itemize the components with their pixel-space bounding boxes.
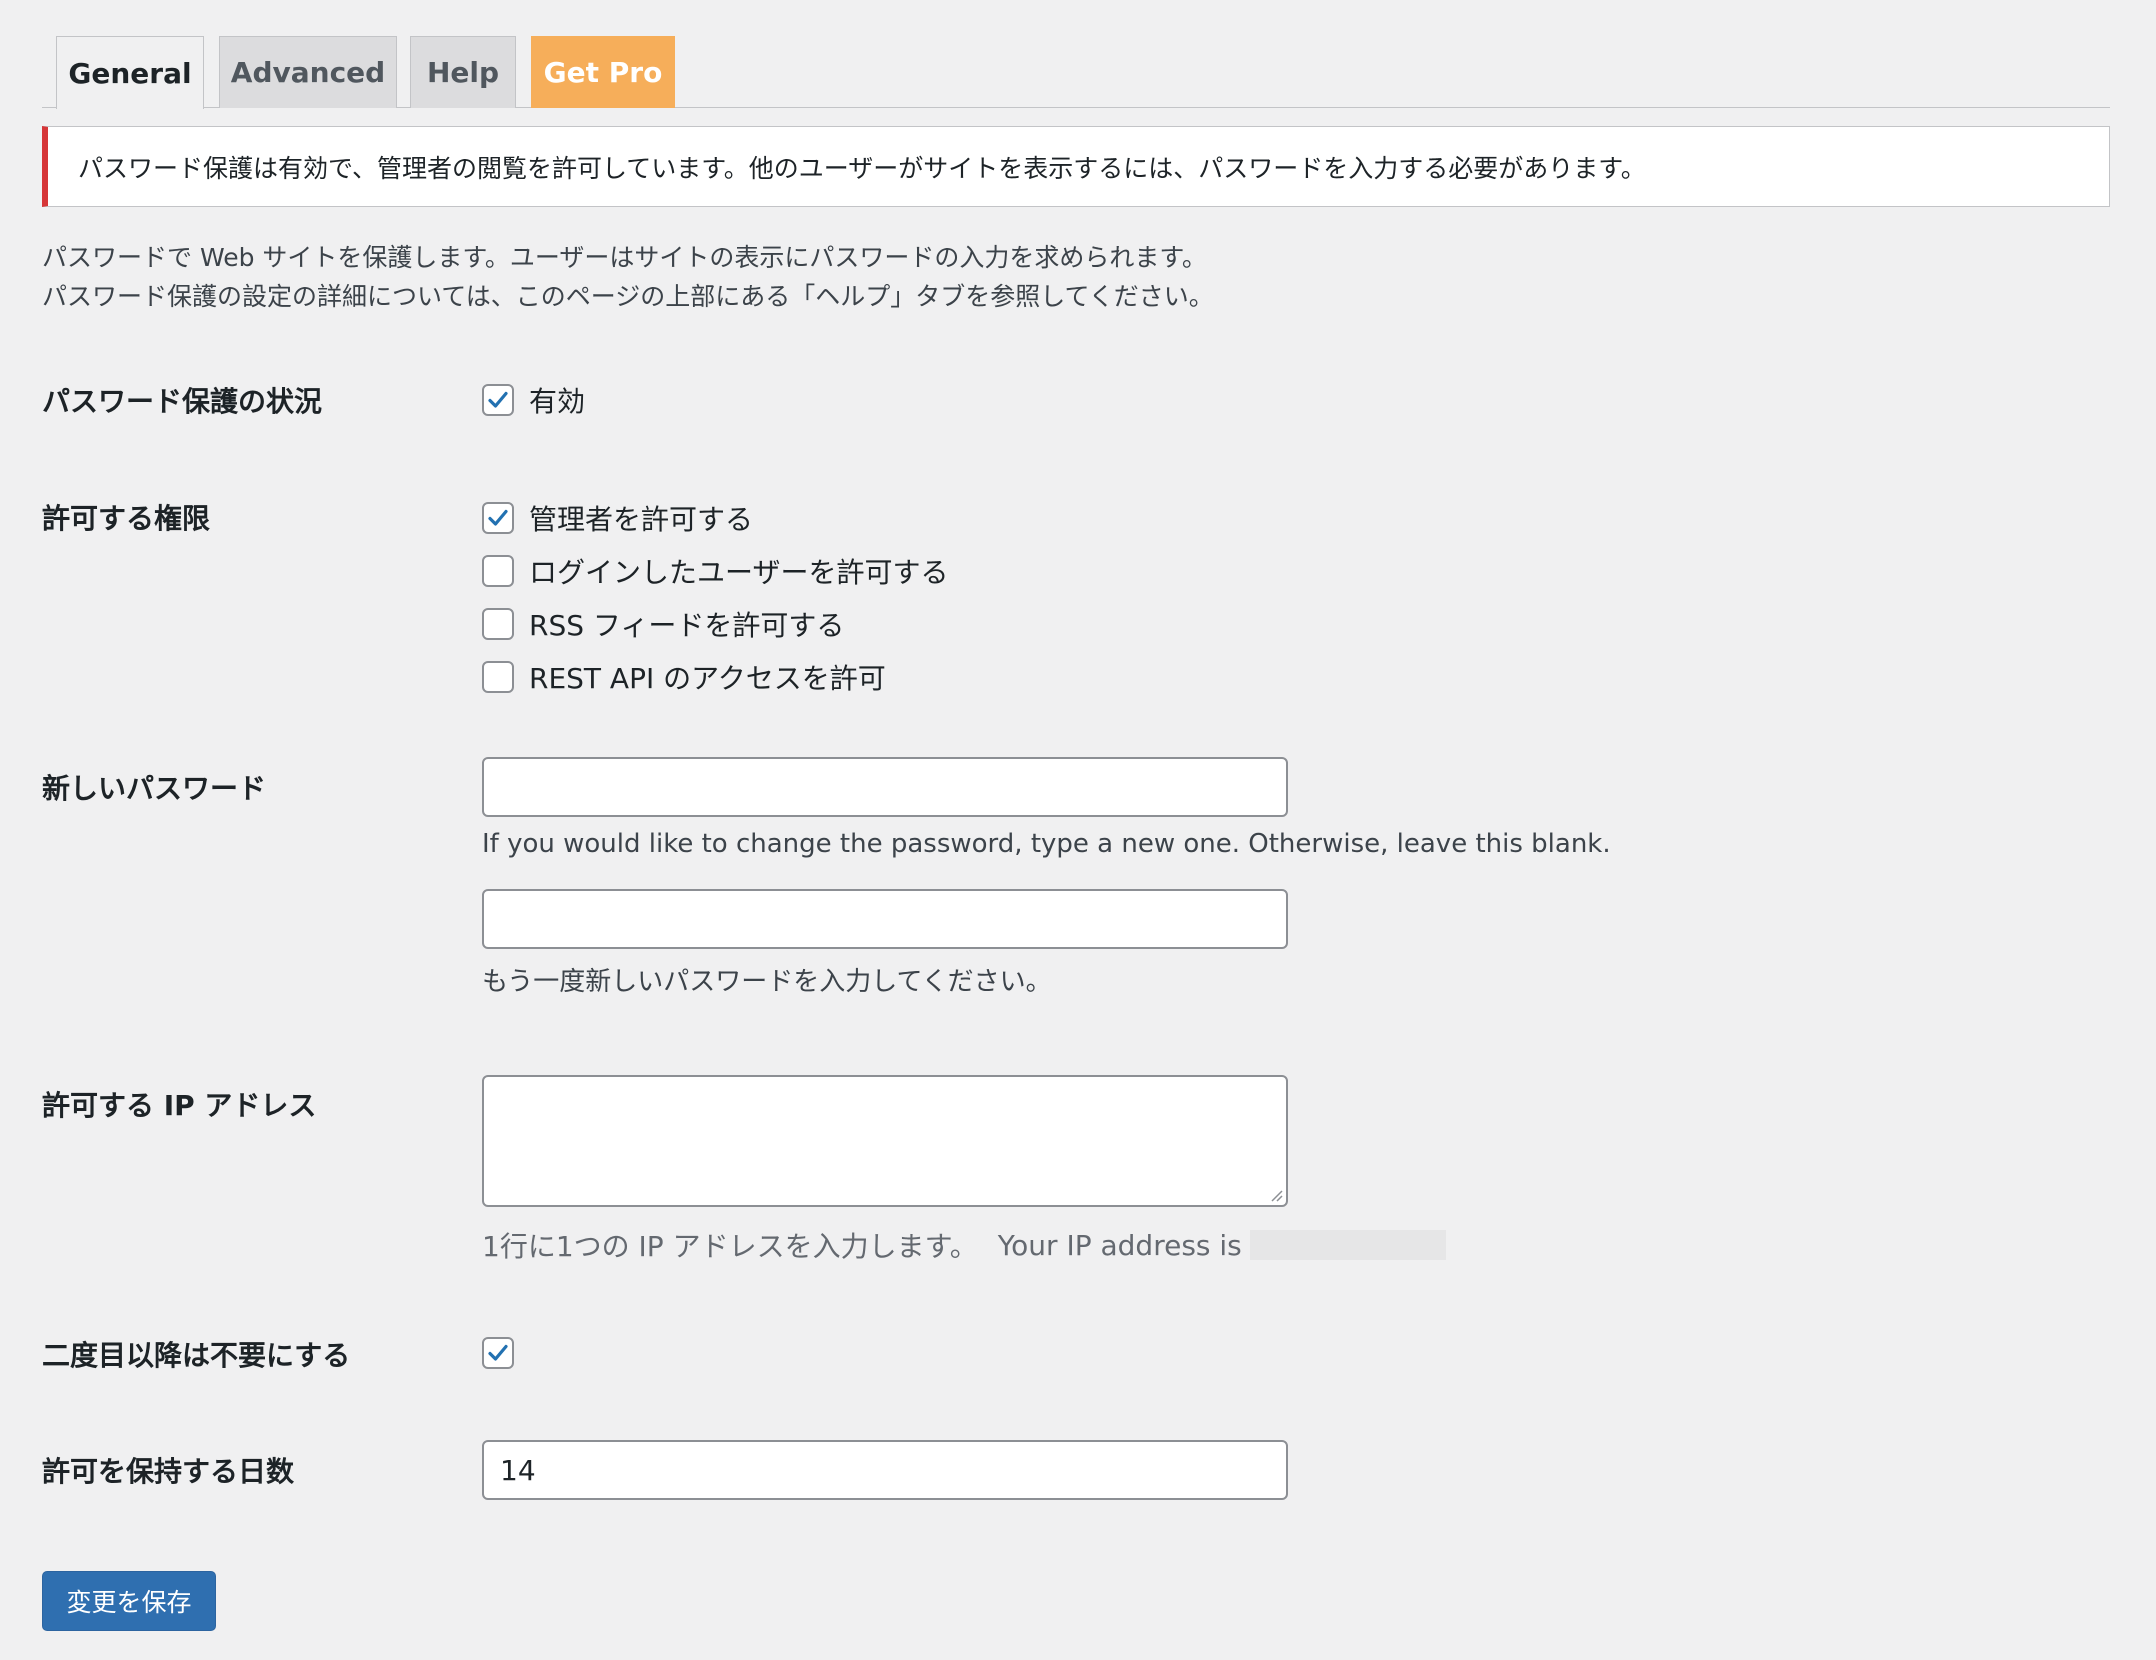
permission-admin-label: 管理者を許可する — [529, 502, 754, 536]
intro-line-2: パスワード保護の設定の詳細については、このページの上部にある「ヘルプ」タブを参照… — [42, 282, 1214, 311]
remember-option[interactable] — [482, 1326, 514, 1379]
new-password-field: If you would like to change the password… — [482, 757, 1611, 998]
settings-page: General Advanced Help Get Pro パスワード保護は有効… — [0, 0, 2156, 1660]
permission-option-admin[interactable]: 管理者を許可する — [482, 491, 948, 544]
notice-text: パスワード保護は有効で、管理者の閲覧を許可しています。他のユーザーがサイトを表示… — [78, 153, 1646, 183]
permission-rss-label: RSS フィードを許可する — [529, 608, 845, 642]
permissions-field: 管理者を許可する ログインしたユーザーを許可する RSS フィードを許可する R… — [482, 491, 948, 703]
allowed-ip-label: 許可する IP アドレス — [42, 1089, 317, 1122]
remember-days-field: 14 — [482, 1440, 1288, 1500]
remember-label: 二度目以降は不要にする — [42, 1339, 351, 1372]
remember-days-input[interactable]: 14 — [482, 1440, 1288, 1500]
tab-help[interactable]: Help — [410, 36, 516, 108]
permission-logged-in-checkbox[interactable] — [482, 554, 514, 587]
status-notice: パスワード保護は有効で、管理者の閲覧を許可しています。他のユーザーがサイトを表示… — [42, 126, 2110, 207]
permission-rest-api-label: REST API のアクセスを許可 — [529, 661, 886, 695]
allowed-ip-description: 1行に1つの IP アドレスを入力します。 Your IP address is — [482, 1225, 1446, 1265]
intro-line-1: パスワードで Web サイトを保護します。ユーザーはサイトの表示にパスワードの入… — [42, 243, 1207, 272]
status-enabled-option[interactable]: 有効 — [482, 373, 585, 426]
permission-logged-in-label: ログインしたユーザーを許可する — [529, 555, 949, 589]
remember-days-label: 許可を保持する日数 — [42, 1455, 295, 1488]
resize-grip-icon[interactable] — [1269, 1188, 1283, 1202]
permissions-label: 許可する権限 — [42, 502, 211, 535]
allowed-ip-textarea[interactable] — [482, 1075, 1288, 1207]
new-password-input[interactable] — [482, 757, 1288, 817]
checkmark-icon — [488, 1344, 508, 1361]
permission-rest-api-checkbox[interactable] — [482, 660, 514, 693]
checkmark-icon — [488, 391, 508, 408]
permission-admin-checkbox[interactable] — [482, 501, 514, 534]
status-enabled-label: 有効 — [529, 384, 586, 418]
intro-description: パスワードで Web サイトを保護します。ユーザーはサイトの表示にパスワードの入… — [42, 238, 1842, 316]
remember-checkbox[interactable] — [482, 1336, 514, 1369]
your-ip-text: Your IP address is — [997, 1228, 1242, 1262]
tab-advanced[interactable]: Advanced — [219, 36, 397, 108]
tab-general[interactable]: General — [56, 36, 204, 109]
permission-rss-checkbox[interactable] — [482, 607, 514, 640]
new-password-description: If you would like to change the password… — [482, 829, 1611, 859]
permission-option-logged-in[interactable]: ログインしたユーザーを許可する — [482, 544, 948, 597]
allowed-ip-help-text: 1行に1つの IP アドレスを入力します。 — [482, 1230, 978, 1263]
checkmark-icon — [488, 509, 508, 526]
status-label: パスワード保護の状況 — [42, 385, 323, 418]
permission-option-rest-api[interactable]: REST API のアクセスを許可 — [482, 650, 948, 703]
tab-get-pro[interactable]: Get Pro — [531, 36, 675, 108]
confirm-password-description: もう一度新しいパスワードを入力してください。 — [482, 967, 1052, 997]
confirm-password-input[interactable] — [482, 889, 1288, 949]
status-field: 有効 — [482, 373, 585, 426]
status-enabled-checkbox[interactable] — [482, 383, 514, 416]
ip-address-redacted — [1249, 1230, 1446, 1260]
save-changes-button[interactable]: 変更を保存 — [42, 1571, 216, 1631]
remember-field — [482, 1326, 514, 1379]
new-password-label: 新しいパスワード — [42, 772, 267, 805]
permission-option-rss[interactable]: RSS フィードを許可する — [482, 597, 948, 650]
allowed-ip-field: 1行に1つの IP アドレスを入力します。 Your IP address is — [482, 1075, 1446, 1265]
tab-bar: General Advanced Help Get Pro — [42, 36, 2110, 109]
